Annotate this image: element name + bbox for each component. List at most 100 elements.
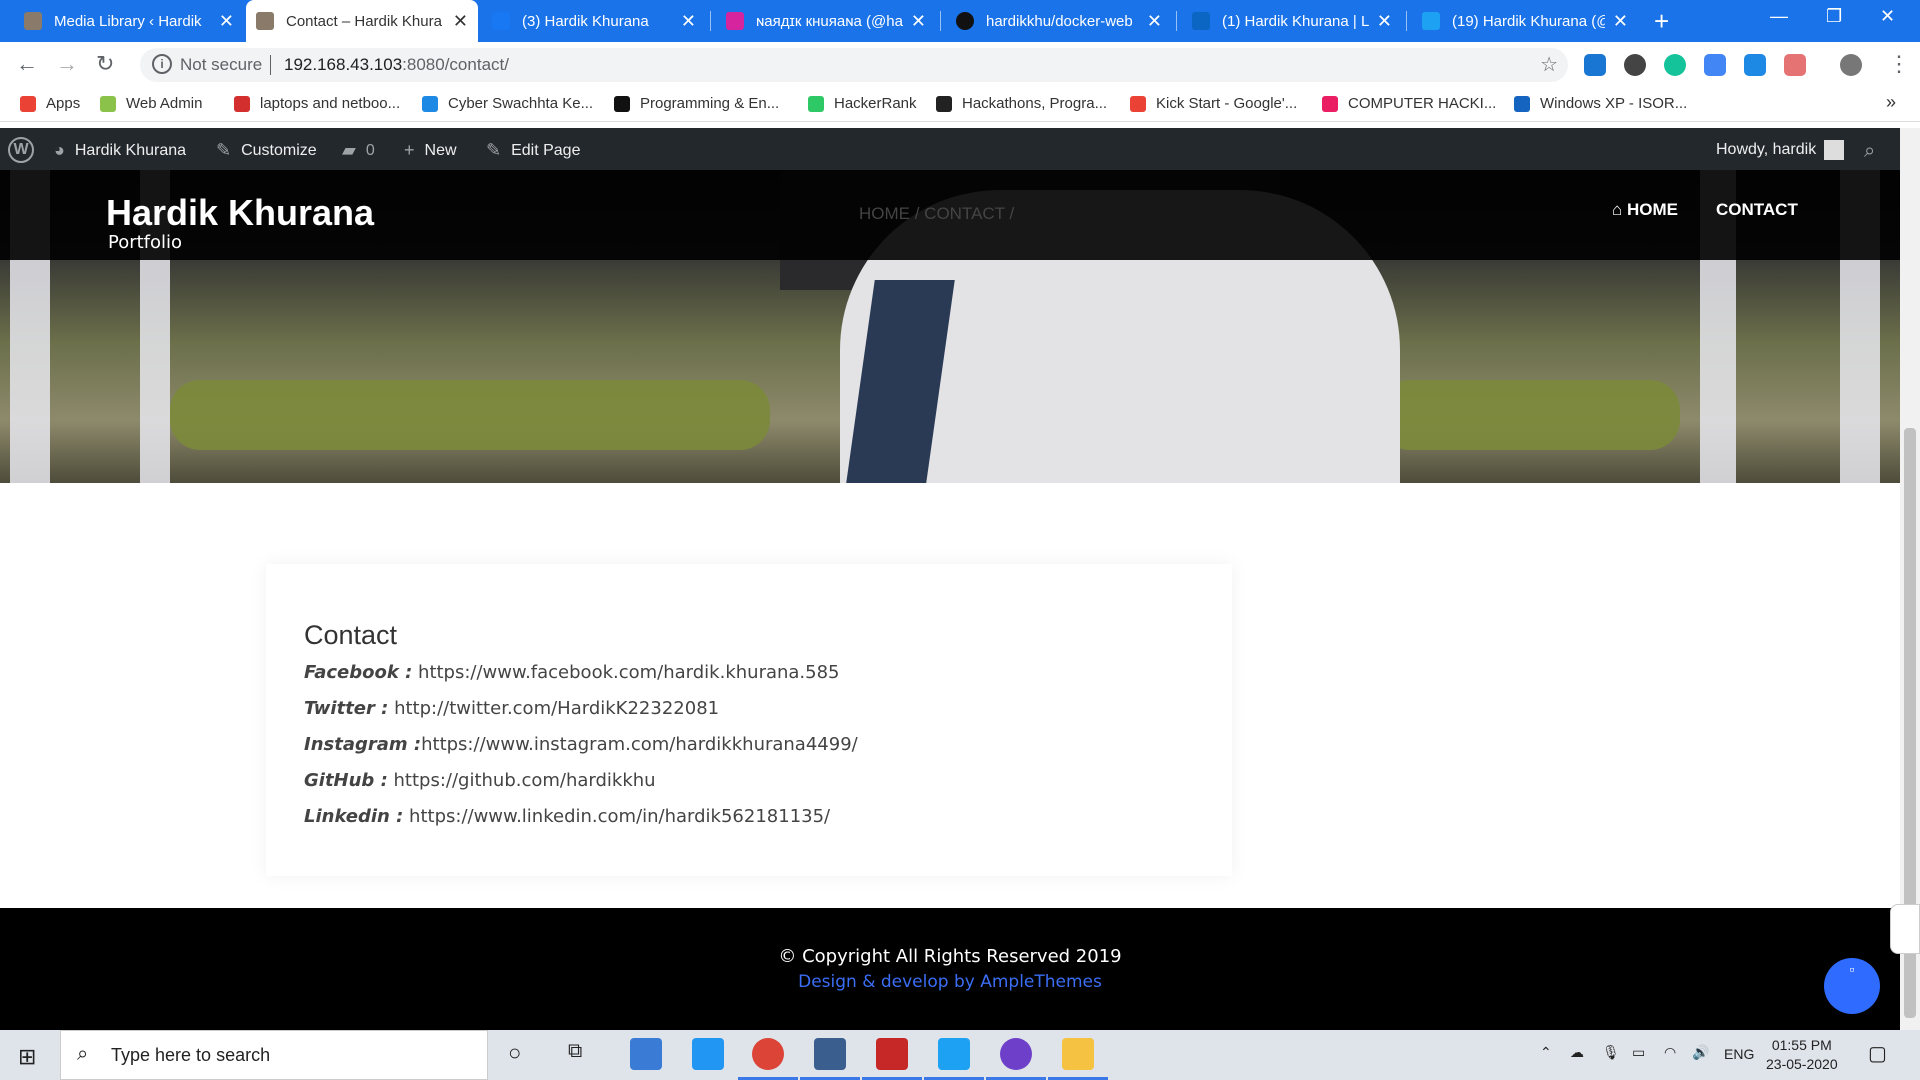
wifi-icon[interactable]: ◠ bbox=[1664, 1044, 1676, 1061]
bookmark[interactable]: Programming & En... bbox=[614, 95, 779, 112]
contact-link[interactable]: https://github.com/hardikkhu bbox=[388, 770, 656, 791]
close-tab-icon[interactable]: ✕ bbox=[1147, 11, 1162, 32]
close-tab-icon[interactable]: ✕ bbox=[681, 11, 696, 32]
contact-link[interactable]: http://twitter.com/HardikK22322081 bbox=[388, 698, 719, 719]
bookmark[interactable]: Hackathons, Progra... bbox=[936, 95, 1107, 112]
windows-start-icon[interactable]: ⊞ bbox=[18, 1044, 36, 1070]
site-title[interactable]: Hardik Khurana bbox=[106, 192, 374, 234]
new-tab-button[interactable]: + bbox=[1654, 6, 1669, 37]
grammarly-icon[interactable] bbox=[1664, 54, 1686, 76]
menu-icon[interactable]: ⋮ bbox=[1888, 51, 1910, 77]
virtualbox-icon[interactable] bbox=[814, 1038, 846, 1070]
close-tab-icon[interactable]: ✕ bbox=[1377, 11, 1392, 32]
taskbar-app-icon[interactable] bbox=[630, 1038, 662, 1070]
nav-home[interactable]: ⌂ HOME bbox=[1612, 200, 1678, 220]
notification-icon[interactable]: ▢ bbox=[1868, 1041, 1887, 1066]
cortana-icon[interactable]: ○ bbox=[508, 1040, 521, 1066]
browser-tab-strip: Media Library ‹ Hardik ✕ Contact – Hardi… bbox=[0, 0, 1920, 42]
chrome-icon[interactable] bbox=[752, 1038, 784, 1070]
info-icon[interactable]: i bbox=[152, 54, 172, 74]
not-secure-label[interactable]: Not secure bbox=[180, 55, 262, 75]
bookmark[interactable]: Cyber Swachhta Ke... bbox=[422, 95, 593, 112]
wp-customize[interactable]: ✎ Customize bbox=[216, 140, 317, 161]
folder-icon[interactable] bbox=[1062, 1038, 1094, 1070]
restore-icon[interactable]: ❐ bbox=[1826, 6, 1842, 27]
tab-title: (1) Hardik Khurana | Lin bbox=[1222, 12, 1369, 30]
file-explorer-app-icon[interactable] bbox=[692, 1038, 724, 1070]
profile-avatar[interactable] bbox=[1840, 54, 1862, 76]
wp-new[interactable]: + New bbox=[404, 140, 457, 161]
bookmark[interactable]: HackerRank bbox=[808, 95, 917, 112]
contact-label: GitHub : bbox=[304, 770, 388, 791]
system-clock[interactable]: 01:55 PM 23-05-2020 bbox=[1766, 1036, 1838, 1074]
close-tab-icon[interactable]: ✕ bbox=[1613, 11, 1628, 32]
task-view-icon[interactable]: ⧉ bbox=[568, 1040, 582, 1063]
bookmark-icon bbox=[1322, 95, 1338, 112]
hero-banner: Hardik Khurana Portfolio HOME / CONTACT … bbox=[0, 170, 1900, 483]
breadcrumb[interactable]: HOME / CONTACT / bbox=[859, 204, 1014, 224]
browser-tab[interactable]: (3) Hardik Khurana ✕ bbox=[482, 0, 706, 42]
search-icon[interactable]: ⌕ bbox=[1864, 140, 1875, 163]
extension-icon[interactable] bbox=[1584, 54, 1606, 76]
contact-label: Twitter : bbox=[304, 698, 389, 719]
teamviewer-icon[interactable] bbox=[1890, 904, 1920, 954]
tab-title: Media Library ‹ Hardik bbox=[54, 12, 202, 30]
pdf-icon[interactable] bbox=[1784, 54, 1806, 76]
battery-icon[interactable]: ▭ bbox=[1632, 1044, 1645, 1061]
scroll-top-button[interactable]: ▫ bbox=[1824, 958, 1880, 1014]
close-tab-icon[interactable]: ✕ bbox=[219, 11, 234, 32]
bookmark-apps[interactable]: Apps bbox=[20, 95, 80, 112]
microphone-icon[interactable]: 🎙 bbox=[1602, 1044, 1620, 1061]
browser-tab[interactable]: hardikkhu/docker-web ✕ bbox=[946, 0, 1172, 42]
bookmark-icon bbox=[614, 95, 630, 112]
pocket-icon[interactable] bbox=[1744, 54, 1766, 76]
github-app-icon[interactable] bbox=[1000, 1038, 1032, 1070]
wp-comments[interactable]: ▰ 0 bbox=[342, 140, 375, 161]
bookmark[interactable]: Kick Start - Google'... bbox=[1130, 95, 1297, 112]
browser-tab[interactable]: Media Library ‹ Hardik ✕ bbox=[14, 0, 244, 42]
translate-icon[interactable] bbox=[1704, 54, 1726, 76]
contact-link[interactable]: https://www.facebook.com/hardik.khurana.… bbox=[412, 662, 839, 683]
bookmark[interactable]: Windows XP - ISOR... bbox=[1514, 95, 1687, 112]
browser-tab[interactable]: (1) Hardik Khurana | Lin ✕ bbox=[1182, 0, 1402, 42]
volume-icon[interactable]: 🔊 bbox=[1692, 1044, 1709, 1061]
app-icon[interactable] bbox=[876, 1038, 908, 1070]
browser-tab-active[interactable]: Contact – Hardik Khura ✕ bbox=[246, 0, 478, 42]
contact-link[interactable]: https://www.instagram.com/hardikkhurana4… bbox=[421, 734, 858, 755]
reload-icon[interactable]: ↻ bbox=[96, 51, 114, 77]
close-tab-icon[interactable]: ✕ bbox=[911, 11, 926, 32]
bookmark-icon bbox=[936, 95, 952, 112]
bookmark[interactable]: laptops and netboo... bbox=[234, 95, 400, 112]
url-text[interactable]: 192.168.43.103:8080/contact/ bbox=[284, 55, 509, 75]
wp-site-name[interactable]: ◕ Hardik Khurana bbox=[54, 140, 186, 161]
arrow-up-icon: ▫ bbox=[1849, 961, 1855, 977]
taskbar-search[interactable]: ⌕ Type here to search bbox=[60, 1030, 488, 1080]
language-indicator[interactable]: ENG bbox=[1724, 1046, 1754, 1062]
tray-chevron-icon[interactable]: ⌃ bbox=[1540, 1044, 1552, 1061]
wordpress-logo-icon[interactable]: W bbox=[8, 137, 34, 163]
wp-edit-page[interactable]: ✎ Edit Page bbox=[486, 140, 580, 161]
address-bar[interactable]: i Not secure 192.168.43.103:8080/contact… bbox=[140, 48, 1568, 82]
close-tab-icon[interactable]: ✕ bbox=[453, 11, 468, 32]
theme-credit-link[interactable]: Design & develop by AmpleThemes bbox=[0, 972, 1900, 992]
bookmark-star-icon[interactable]: ☆ bbox=[1540, 52, 1558, 77]
forward-icon[interactable]: → bbox=[56, 51, 78, 77]
back-icon[interactable]: ← bbox=[16, 51, 38, 77]
bookmark[interactable]: Web Admin bbox=[100, 95, 202, 112]
more-bookmarks-icon[interactable]: » bbox=[1886, 92, 1896, 113]
nav-contact[interactable]: CONTACT bbox=[1716, 200, 1798, 220]
twitter-app-icon[interactable] bbox=[938, 1038, 970, 1070]
speed-extension-icon[interactable] bbox=[1624, 54, 1646, 76]
browser-tab[interactable]: (19) Hardik Khurana (@ ✕ bbox=[1412, 0, 1638, 42]
browser-tab[interactable]: ɴаядɪк кнuяаɴа (@har ✕ bbox=[716, 0, 936, 42]
page-scrollbar[interactable] bbox=[1900, 128, 1920, 1030]
wp-account[interactable]: Howdy, hardik bbox=[1716, 140, 1845, 160]
onedrive-icon[interactable]: ☁ bbox=[1570, 1044, 1584, 1061]
bookmark[interactable]: COMPUTER HACKI... bbox=[1322, 95, 1496, 112]
minimize-icon[interactable]: — bbox=[1770, 6, 1788, 27]
close-window-icon[interactable]: ✕ bbox=[1880, 6, 1895, 27]
windows-taskbar: ⊞ ⌕ Type here to search ○ ⧉ ⌃ ☁ 🎙 ▭ ◠ 🔊 … bbox=[0, 1030, 1920, 1080]
contact-link[interactable]: https://www.linkedin.com/in/hardik562181… bbox=[403, 806, 830, 827]
contact-label: Instagram : bbox=[304, 734, 422, 755]
dashboard-icon: ◕ bbox=[54, 140, 65, 160]
